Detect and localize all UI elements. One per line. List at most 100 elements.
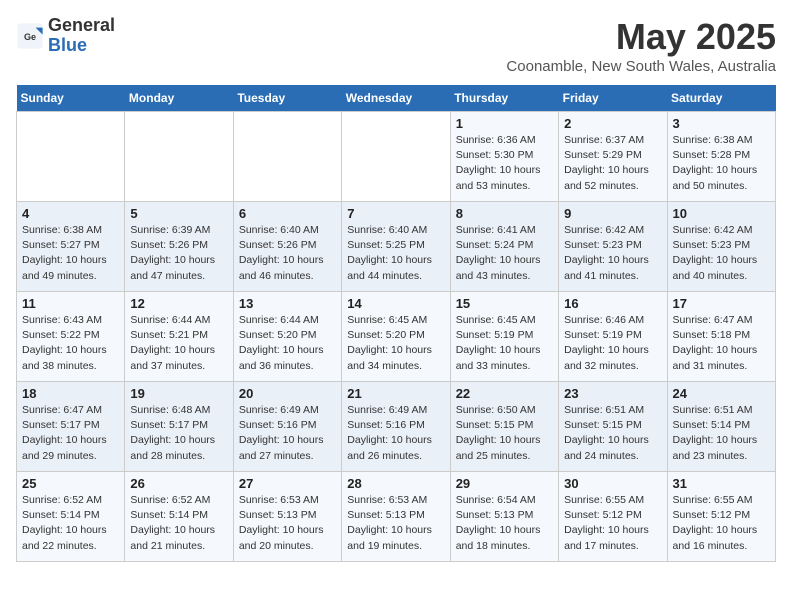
day-info: Sunrise: 6:51 AMSunset: 5:14 PMDaylight:… bbox=[673, 403, 770, 464]
day-cell: 12 Sunrise: 6:44 AMSunset: 5:21 PMDayligh… bbox=[125, 292, 233, 382]
day-cell: 8 Sunrise: 6:41 AMSunset: 5:24 PMDaylight… bbox=[450, 202, 558, 292]
day-cell: 29 Sunrise: 6:54 AMSunset: 5:13 PMDayligh… bbox=[450, 472, 558, 562]
day-cell: 20 Sunrise: 6:49 AMSunset: 5:16 PMDayligh… bbox=[233, 382, 341, 472]
col-header-friday: Friday bbox=[559, 85, 667, 112]
col-header-sunday: Sunday bbox=[17, 85, 125, 112]
day-number: 19 bbox=[130, 386, 227, 401]
day-number: 3 bbox=[673, 116, 770, 131]
logo-blue: Blue bbox=[48, 35, 87, 55]
day-cell bbox=[17, 112, 125, 202]
day-number: 1 bbox=[456, 116, 553, 131]
day-info: Sunrise: 6:37 AMSunset: 5:29 PMDaylight:… bbox=[564, 133, 661, 194]
day-number: 15 bbox=[456, 296, 553, 311]
day-cell: 27Sunrise: 6:53 AMSunset: 5:13 PMDayligh… bbox=[233, 472, 341, 562]
day-cell: 25Sunrise: 6:52 AMSunset: 5:14 PMDayligh… bbox=[17, 472, 125, 562]
day-info: Sunrise: 6:44 AMSunset: 5:21 PMDaylight:… bbox=[130, 313, 227, 374]
day-number: 11 bbox=[22, 296, 119, 311]
page-header: Ge General Blue May 2025 Coonamble, New … bbox=[16, 16, 776, 75]
col-header-saturday: Saturday bbox=[667, 85, 775, 112]
header-row: SundayMondayTuesdayWednesdayThursdayFrid… bbox=[17, 85, 776, 112]
col-header-thursday: Thursday bbox=[450, 85, 558, 112]
day-info: Sunrise: 6:47 AMSunset: 5:18 PMDaylight:… bbox=[673, 313, 770, 374]
day-number: 24 bbox=[673, 386, 770, 401]
title-block: May 2025 Coonamble, New South Wales, Aus… bbox=[506, 16, 776, 75]
day-number: 4 bbox=[22, 206, 119, 221]
day-cell: 24 Sunrise: 6:51 AMSunset: 5:14 PMDayligh… bbox=[667, 382, 775, 472]
day-info: Sunrise: 6:47 AMSunset: 5:17 PMDaylight:… bbox=[22, 403, 119, 464]
col-header-wednesday: Wednesday bbox=[342, 85, 450, 112]
week-row-1: 1 Sunrise: 6:36 AMSunset: 5:30 PMDaylight… bbox=[17, 112, 776, 202]
day-info: Sunrise: 6:55 AMSunset: 5:12 PMDaylight:… bbox=[673, 493, 770, 554]
day-number: 7 bbox=[347, 206, 444, 221]
day-number: 29 bbox=[456, 476, 553, 491]
logo-general: General bbox=[48, 15, 115, 35]
day-info: Sunrise: 6:40 AMSunset: 5:25 PMDaylight:… bbox=[347, 223, 444, 284]
day-number: 5 bbox=[130, 206, 227, 221]
day-number: 23 bbox=[564, 386, 661, 401]
logo-icon: Ge bbox=[16, 22, 44, 50]
day-number: 12 bbox=[130, 296, 227, 311]
day-info: Sunrise: 6:41 AMSunset: 5:24 PMDaylight:… bbox=[456, 223, 553, 284]
day-info: Sunrise: 6:36 AMSunset: 5:30 PMDaylight:… bbox=[456, 133, 553, 194]
day-info: Sunrise: 6:49 AMSunset: 5:16 PMDaylight:… bbox=[239, 403, 336, 464]
day-cell bbox=[125, 112, 233, 202]
day-info: Sunrise: 6:38 AMSunset: 5:27 PMDaylight:… bbox=[22, 223, 119, 284]
day-cell: 6 Sunrise: 6:40 AMSunset: 5:26 PMDaylight… bbox=[233, 202, 341, 292]
day-cell bbox=[342, 112, 450, 202]
day-cell bbox=[233, 112, 341, 202]
day-number: 6 bbox=[239, 206, 336, 221]
day-info: Sunrise: 6:55 AMSunset: 5:12 PMDaylight:… bbox=[564, 493, 661, 554]
day-cell: 21Sunrise: 6:49 AMSunset: 5:16 PMDayligh… bbox=[342, 382, 450, 472]
day-cell: 10 Sunrise: 6:42 AMSunset: 5:23 PMDayligh… bbox=[667, 202, 775, 292]
day-cell: 11 Sunrise: 6:43 AMSunset: 5:22 PMDayligh… bbox=[17, 292, 125, 382]
week-row-4: 18 Sunrise: 6:47 AMSunset: 5:17 PMDayligh… bbox=[17, 382, 776, 472]
day-info: Sunrise: 6:40 AMSunset: 5:26 PMDaylight:… bbox=[239, 223, 336, 284]
day-cell: 17 Sunrise: 6:47 AMSunset: 5:18 PMDayligh… bbox=[667, 292, 775, 382]
location: Coonamble, New South Wales, Australia bbox=[506, 58, 776, 75]
day-number: 10 bbox=[673, 206, 770, 221]
day-number: 30 bbox=[564, 476, 661, 491]
day-info: Sunrise: 6:45 AMSunset: 5:19 PMDaylight:… bbox=[456, 313, 553, 374]
day-info: Sunrise: 6:42 AMSunset: 5:23 PMDaylight:… bbox=[673, 223, 770, 284]
day-info: Sunrise: 6:54 AMSunset: 5:13 PMDaylight:… bbox=[456, 493, 553, 554]
day-number: 18 bbox=[22, 386, 119, 401]
day-info: Sunrise: 6:48 AMSunset: 5:17 PMDaylight:… bbox=[130, 403, 227, 464]
day-number: 2 bbox=[564, 116, 661, 131]
day-number: 31 bbox=[673, 476, 770, 491]
day-cell: 31 Sunrise: 6:55 AMSunset: 5:12 PMDayligh… bbox=[667, 472, 775, 562]
day-cell: 23 Sunrise: 6:51 AMSunset: 5:15 PMDayligh… bbox=[559, 382, 667, 472]
week-row-3: 11 Sunrise: 6:43 AMSunset: 5:22 PMDayligh… bbox=[17, 292, 776, 382]
day-number: 13 bbox=[239, 296, 336, 311]
day-cell: 22 Sunrise: 6:50 AMSunset: 5:15 PMDayligh… bbox=[450, 382, 558, 472]
day-number: 8 bbox=[456, 206, 553, 221]
day-info: Sunrise: 6:49 AMSunset: 5:16 PMDaylight:… bbox=[347, 403, 444, 464]
day-cell: 26Sunrise: 6:52 AMSunset: 5:14 PMDayligh… bbox=[125, 472, 233, 562]
day-cell: 16Sunrise: 6:46 AMSunset: 5:19 PMDayligh… bbox=[559, 292, 667, 382]
day-info: Sunrise: 6:43 AMSunset: 5:22 PMDaylight:… bbox=[22, 313, 119, 374]
day-cell: 30 Sunrise: 6:55 AMSunset: 5:12 PMDayligh… bbox=[559, 472, 667, 562]
day-cell: 18 Sunrise: 6:47 AMSunset: 5:17 PMDayligh… bbox=[17, 382, 125, 472]
day-number: 20 bbox=[239, 386, 336, 401]
day-cell: 4 Sunrise: 6:38 AMSunset: 5:27 PMDaylight… bbox=[17, 202, 125, 292]
day-cell: 7 Sunrise: 6:40 AMSunset: 5:25 PMDaylight… bbox=[342, 202, 450, 292]
day-cell: 28 Sunrise: 6:53 AMSunset: 5:13 PMDayligh… bbox=[342, 472, 450, 562]
day-info: Sunrise: 6:51 AMSunset: 5:15 PMDaylight:… bbox=[564, 403, 661, 464]
day-cell: 9Sunrise: 6:42 AMSunset: 5:23 PMDaylight… bbox=[559, 202, 667, 292]
day-info: Sunrise: 6:50 AMSunset: 5:15 PMDaylight:… bbox=[456, 403, 553, 464]
day-info: Sunrise: 6:38 AMSunset: 5:28 PMDaylight:… bbox=[673, 133, 770, 194]
day-cell: 14Sunrise: 6:45 AMSunset: 5:20 PMDayligh… bbox=[342, 292, 450, 382]
day-number: 22 bbox=[456, 386, 553, 401]
day-cell: 15 Sunrise: 6:45 AMSunset: 5:19 PMDayligh… bbox=[450, 292, 558, 382]
day-cell: 3 Sunrise: 6:38 AMSunset: 5:28 PMDaylight… bbox=[667, 112, 775, 202]
day-info: Sunrise: 6:46 AMSunset: 5:19 PMDaylight:… bbox=[564, 313, 661, 374]
logo: Ge General Blue bbox=[16, 16, 115, 56]
day-number: 28 bbox=[347, 476, 444, 491]
day-info: Sunrise: 6:53 AMSunset: 5:13 PMDaylight:… bbox=[239, 493, 336, 554]
day-number: 14 bbox=[347, 296, 444, 311]
logo-text: General Blue bbox=[48, 16, 115, 56]
day-number: 17 bbox=[673, 296, 770, 311]
day-cell: 13Sunrise: 6:44 AMSunset: 5:20 PMDayligh… bbox=[233, 292, 341, 382]
day-info: Sunrise: 6:39 AMSunset: 5:26 PMDaylight:… bbox=[130, 223, 227, 284]
day-info: Sunrise: 6:53 AMSunset: 5:13 PMDaylight:… bbox=[347, 493, 444, 554]
col-header-tuesday: Tuesday bbox=[233, 85, 341, 112]
